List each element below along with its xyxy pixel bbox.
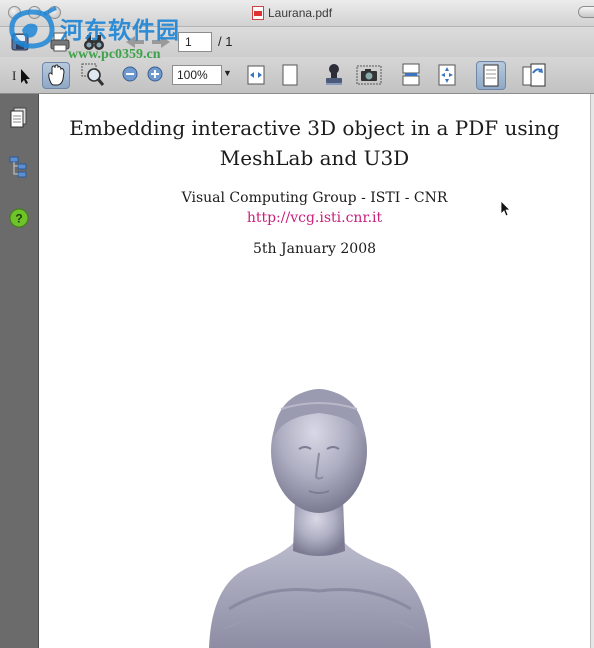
fullscreen-icon — [438, 64, 456, 86]
bookmarks-icon — [9, 156, 27, 178]
stamp-icon — [326, 64, 342, 85]
zoom-in-icon — [147, 66, 163, 82]
pdf-file-icon — [252, 6, 264, 20]
sidebar: ? — [0, 94, 39, 648]
vertical-scrollbar[interactable] — [590, 94, 594, 648]
page-number-input[interactable]: 1 — [178, 32, 212, 52]
toolbar-toggle-button[interactable] — [578, 6, 594, 18]
window-title-group: Laurana.pdf — [252, 5, 332, 21]
zoom-level-field[interactable]: 100% — [172, 65, 222, 85]
help-button[interactable]: ? — [9, 208, 29, 228]
pages-panel-button[interactable] — [8, 106, 30, 132]
zoom-dropdown-arrow-icon[interactable]: ▼ — [223, 68, 232, 78]
single-page-button[interactable] — [400, 63, 422, 87]
text-select-button[interactable]: I — [10, 63, 34, 87]
fullscreen-button[interactable] — [436, 63, 458, 87]
rotate-icon — [522, 63, 546, 87]
zoom-tool-icon — [81, 63, 105, 86]
document-title-line-1: Embedding interactive 3D object in a PDF… — [69, 116, 560, 140]
zoom-out-button[interactable] — [122, 66, 138, 82]
continuous-page-icon — [483, 64, 499, 87]
document-date: 5th January 2008 — [252, 241, 377, 257]
stamp-button[interactable] — [322, 62, 346, 88]
snapshot-icon — [356, 65, 382, 85]
zoom-in-button[interactable] — [147, 66, 163, 82]
snapshot-button[interactable] — [356, 63, 382, 87]
watermark-site-name: 河东软件园 — [60, 18, 180, 44]
zoom-out-icon — [122, 66, 138, 82]
fit-width-icon — [247, 65, 265, 85]
mouse-pointer-icon — [500, 200, 511, 217]
svg-text:?: ? — [15, 212, 22, 226]
window-title: Laurana.pdf — [268, 6, 333, 20]
3d-bust-model[interactable] — [189, 379, 449, 648]
watermark-logo — [6, 6, 60, 52]
fit-page-button[interactable] — [280, 63, 300, 87]
fit-width-button[interactable] — [246, 63, 266, 87]
hand-tool-button[interactable] — [42, 62, 70, 89]
svg-text:I: I — [12, 68, 16, 83]
pages-icon — [10, 107, 27, 128]
zoom-tool-button[interactable] — [80, 62, 106, 88]
text-select-icon: I — [12, 68, 30, 84]
watermark-site-url: www.pc0359.cn — [68, 47, 161, 62]
bookmarks-panel-button[interactable] — [8, 154, 30, 180]
help-icon: ? — [9, 208, 29, 228]
page-total-label: / 1 — [218, 34, 233, 49]
hand-tool-icon — [48, 64, 65, 86]
fit-page-icon — [282, 64, 298, 86]
pdf-page: Embedding interactive 3D object in a PDF… — [39, 94, 590, 648]
document-title-line-2: MeshLab and U3D — [219, 146, 410, 170]
single-page-icon — [402, 63, 420, 86]
rotate-button[interactable] — [520, 61, 548, 89]
continuous-page-button[interactable] — [476, 61, 506, 90]
pdf-viewer-window: Laurana.pdf 1 / 1 I 100% ▼ 河东软件园 www.pc0… — [0, 0, 594, 648]
